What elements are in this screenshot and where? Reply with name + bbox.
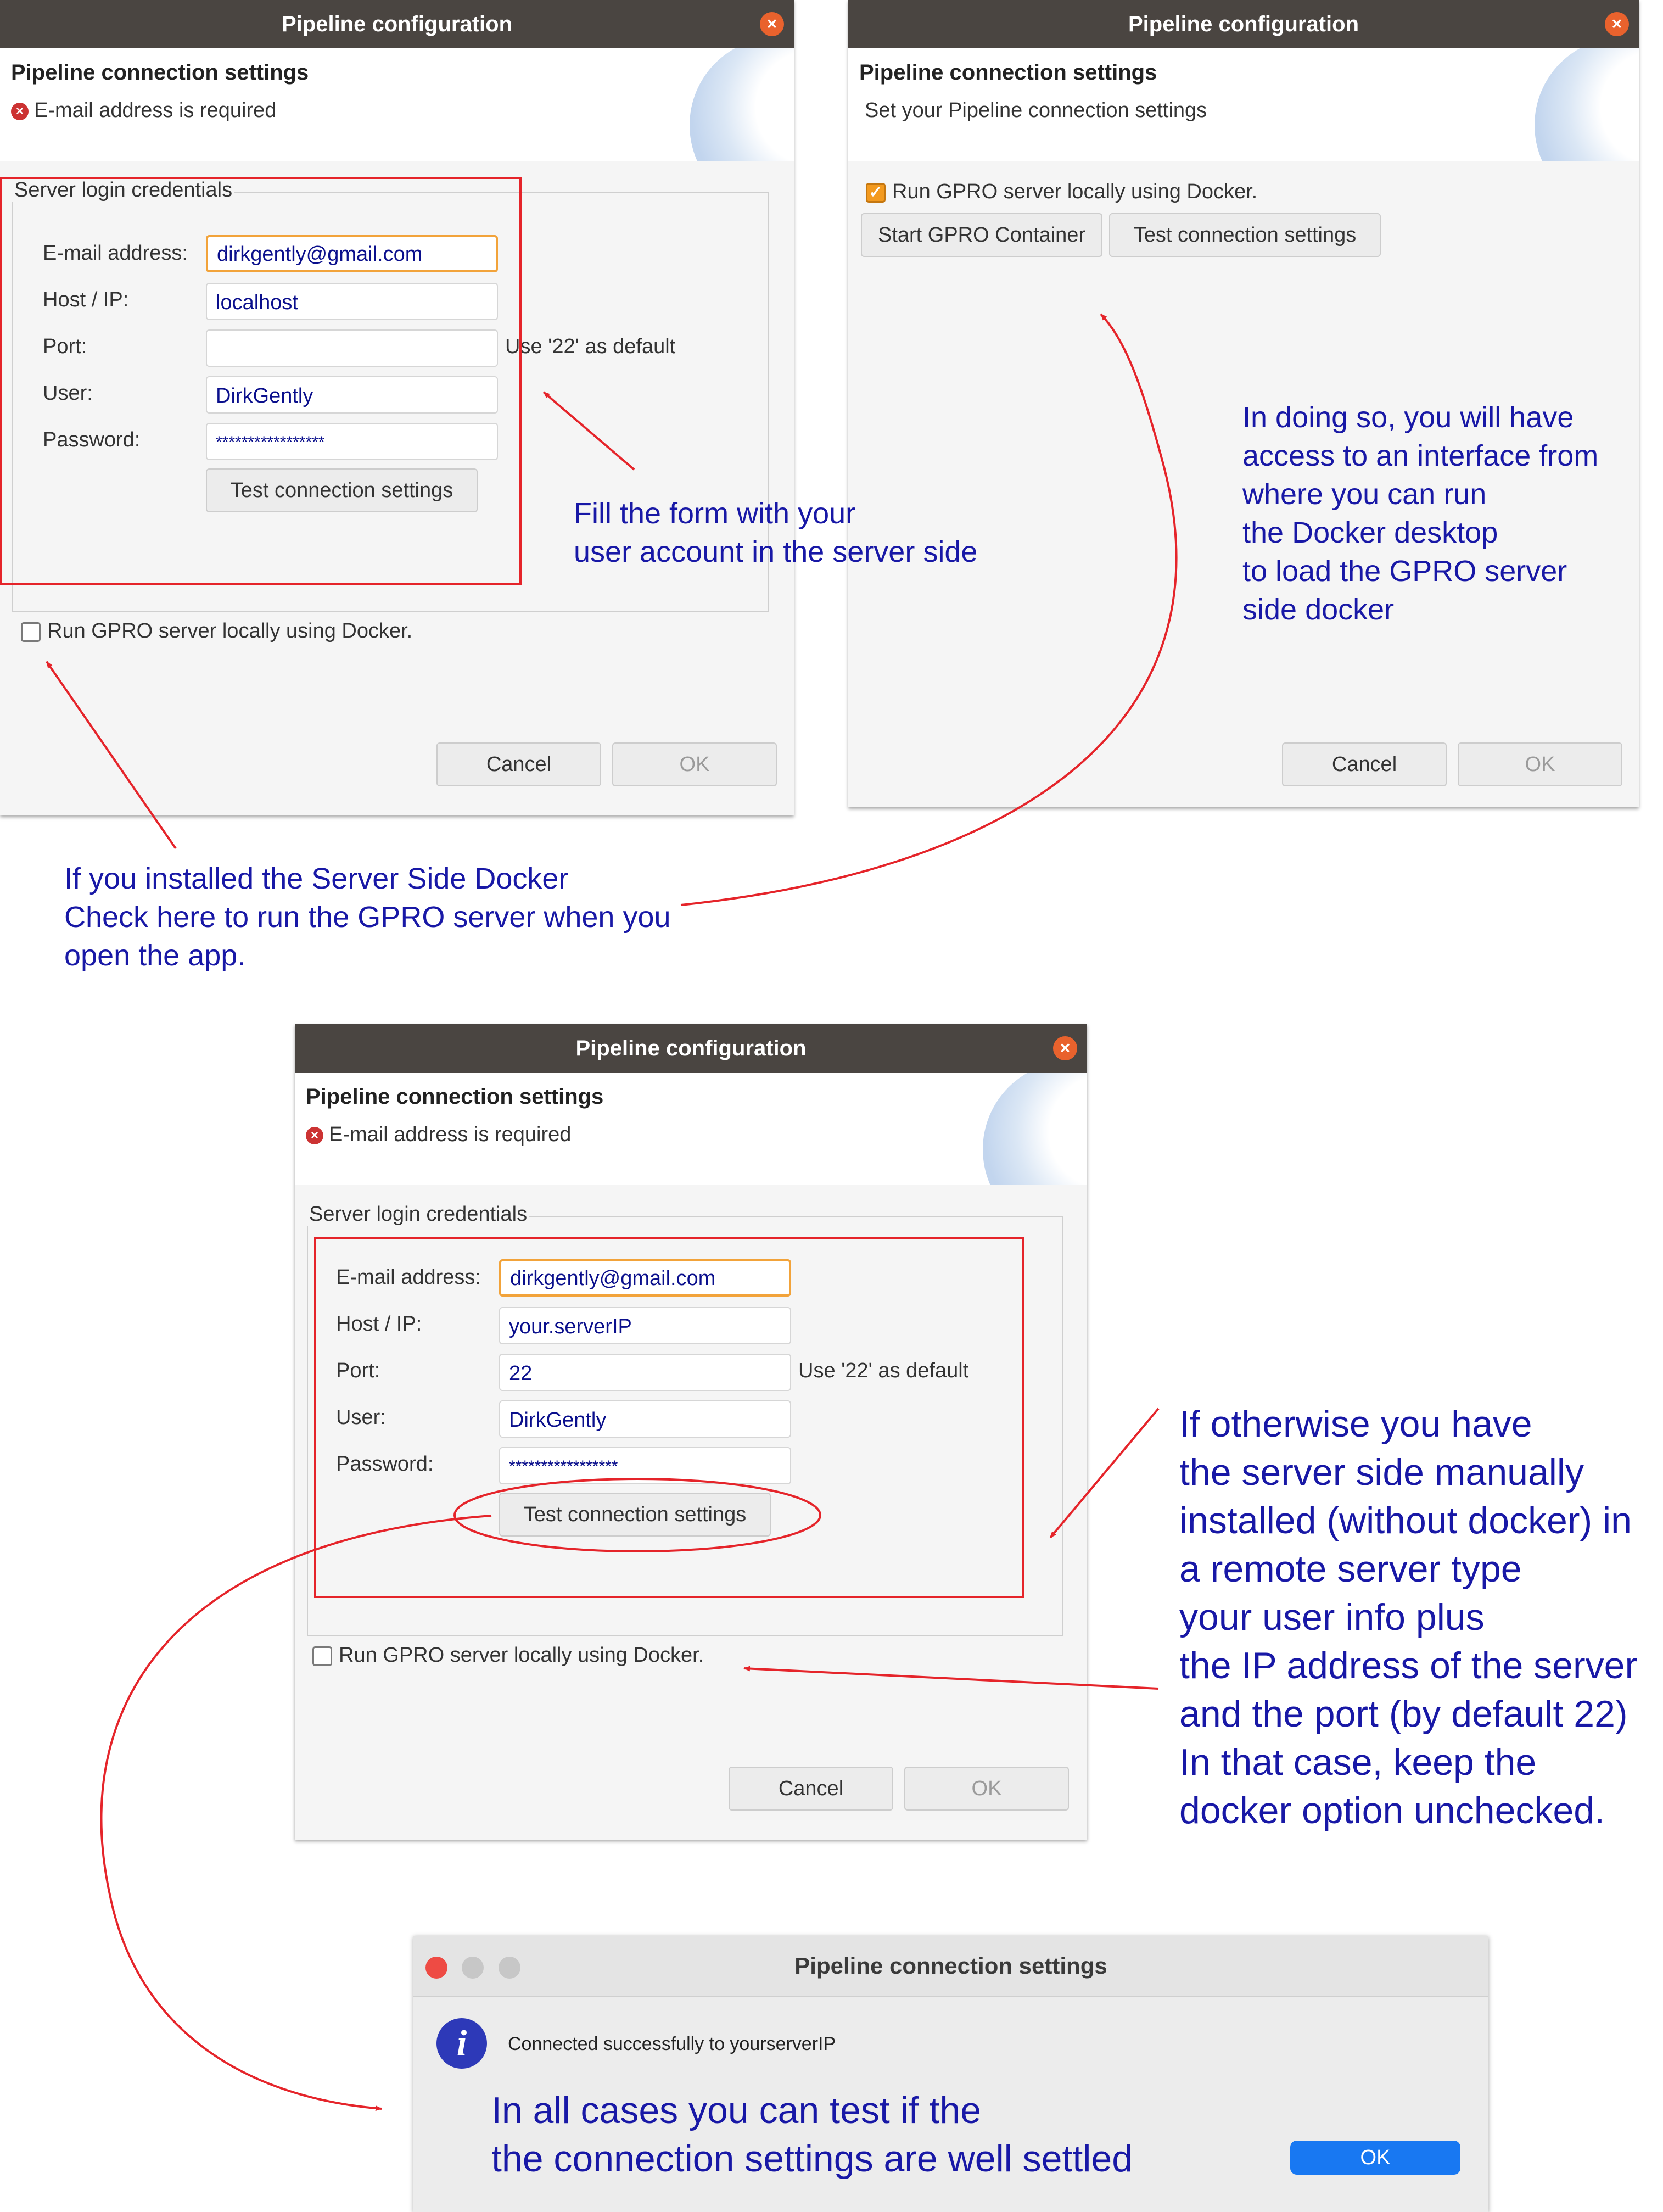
curve-to-success-dialog <box>100 1515 492 2112</box>
annotation-arrows <box>46 313 1178 2112</box>
curve-to-docker-dialog <box>680 313 1178 906</box>
arrow-otherwise-to-checkbox <box>743 1666 1159 1690</box>
arrow-otherwise-to-box <box>1049 1407 1160 1539</box>
arrow-fill-form <box>542 391 635 471</box>
test-button-highlight-ellipse <box>453 1478 821 1552</box>
arrow-docker-checkbox <box>46 661 177 850</box>
